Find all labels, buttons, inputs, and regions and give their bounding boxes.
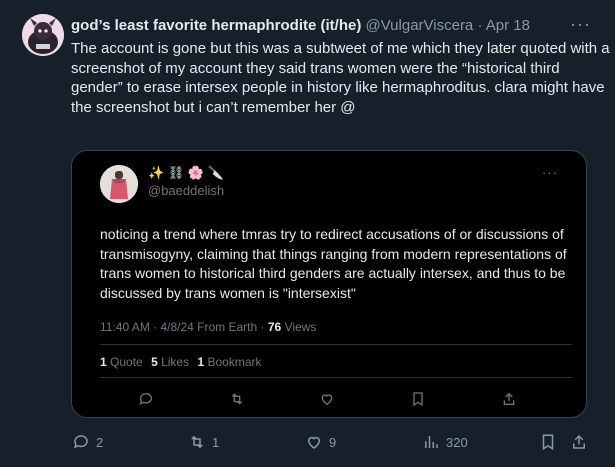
quoted-more-icon[interactable]: ··· [542,165,558,180]
like-button[interactable]: 9 [305,430,336,454]
quoted-divider-top [100,344,572,345]
share-button[interactable] [570,430,588,454]
author-avatar[interactable] [22,14,64,56]
like-icon [305,433,323,451]
bookmark-icon [539,433,557,451]
tweet-header: god’s least favorite hermaphrodite (it/h… [71,17,601,35]
reply-icon [72,433,90,451]
reply-icon[interactable] [136,389,156,409]
quoted-timestamp[interactable]: 11:40 AM · 4/8/24 From Earth · [100,320,268,334]
analytics-icon [422,433,440,451]
share-icon [570,433,588,451]
quoted-quotes-count: 1 [100,355,107,369]
quoted-handle[interactable]: @baeddelish [148,183,224,198]
quoted-views-count: 76 [267,320,282,334]
retweet-count: 1 [212,434,220,450]
quoted-author-avatar[interactable] [100,165,138,203]
header-separator: · [477,17,483,34]
quoted-action-bar [72,389,586,409]
share-icon[interactable] [499,389,519,409]
tweet-action-bar: 2 1 9 320 [0,430,615,454]
quoted-likes-count: 5 [151,355,158,369]
reply-button[interactable]: 2 [72,430,103,454]
quoted-divider-bottom [100,377,572,378]
bookmark-icon[interactable] [408,389,428,409]
author-handle[interactable]: @VulgarViscera [366,17,474,34]
quoted-quotes-label: Quote [106,355,143,369]
quoted-meta: 11:40 AM · 4/8/24 From Earth · 76 Views [100,320,316,334]
retweet-icon [188,433,206,451]
tweet-text: The account is gone but this was a subtw… [71,40,610,116]
quoted-tweet[interactable]: ✨ ⛓ 🌸 🔪 @baeddelish ··· noticing a trend… [71,150,587,418]
tweet-date[interactable]: Apr 18 [486,17,530,34]
like-count: 9 [329,434,337,450]
views-button[interactable]: 320 [422,430,468,454]
quoted-stats: 1 Quote 5 Likes 1 Bookmark [100,355,267,369]
bookmark-button[interactable] [539,430,557,454]
quoted-text: noticing a trend where tmras try to redi… [100,226,567,301]
reply-count: 2 [96,434,104,450]
quoted-quotes-stat[interactable]: 1 Quote [100,355,143,369]
views-count: 320 [446,434,468,450]
retweet-button[interactable]: 1 [188,430,219,454]
more-options-icon[interactable]: ··· [570,14,591,35]
author-display-name[interactable]: god’s least favorite hermaphrodite (it/h… [71,17,361,34]
quoted-display-name[interactable]: ✨ ⛓ 🌸 🔪 [148,165,224,181]
quoted-bookmarks-stat[interactable]: 1 Bookmark [197,355,261,369]
retweet-icon[interactable] [227,389,247,409]
quoted-likes-label: Likes [157,355,190,369]
quoted-bookmarks-label: Bookmark [204,355,262,369]
like-icon[interactable] [317,389,337,409]
quoted-likes-stat[interactable]: 5 Likes [151,355,189,369]
quoted-views-label: Views [281,320,317,334]
